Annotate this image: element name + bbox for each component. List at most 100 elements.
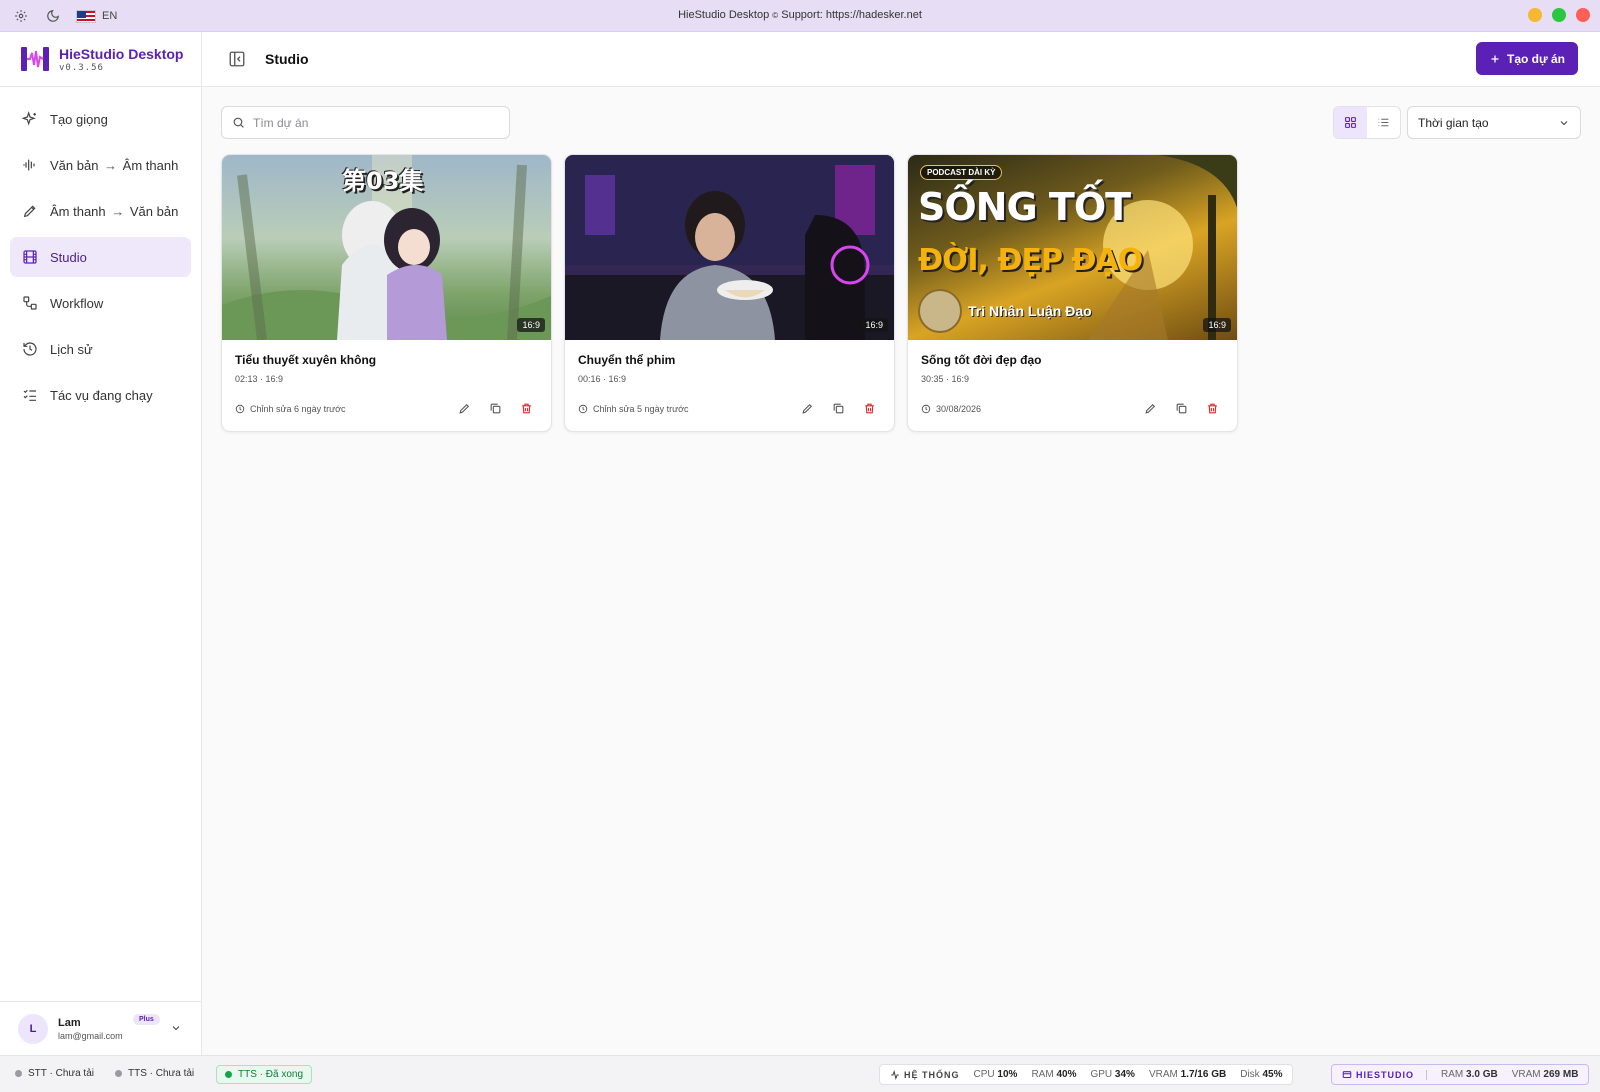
- list-view-button[interactable]: [1367, 107, 1400, 138]
- close-button[interactable]: [1576, 8, 1590, 22]
- project-thumbnail[interactable]: 16:9: [565, 155, 894, 340]
- support-text[interactable]: Support: https://hadesker.net: [781, 9, 922, 21]
- project-card[interactable]: 16:9 Chuyển thể phim 00:16 · 16:9 Chỉnh …: [564, 154, 895, 432]
- disk-label: Disk: [1240, 1069, 1260, 1080]
- status-dot-icon: [15, 1070, 22, 1077]
- sidebar-item-text-to-speech[interactable]: Văn bản → Âm thanh: [10, 145, 191, 185]
- minimize-button[interactable]: [1528, 8, 1542, 22]
- maximize-button[interactable]: [1552, 8, 1566, 22]
- duplicate-icon[interactable]: [832, 402, 845, 415]
- sidebar-item-label: Văn bản: [129, 203, 179, 219]
- clock-icon: [235, 404, 245, 414]
- chevron-down-icon: [1560, 121, 1568, 126]
- duplicate-icon[interactable]: [1175, 402, 1188, 415]
- view-toggle: [1333, 106, 1401, 139]
- sidebar-item-label: Tác vụ đang chạy: [50, 387, 153, 403]
- project-title: Sống tốt đời đẹp đạo: [921, 353, 1042, 367]
- stt-status: STT · Chưa tải: [15, 1068, 94, 1079]
- gamer-eating-noodles-art: [565, 155, 894, 340]
- create-project-button[interactable]: Tạo dự án: [1476, 42, 1578, 75]
- aspect-ratio-badge: 16:9: [1203, 318, 1231, 332]
- edit-icon[interactable]: [1144, 402, 1157, 415]
- search-input[interactable]: [253, 115, 493, 130]
- us-flag-icon[interactable]: [76, 9, 96, 23]
- gear-icon[interactable]: [12, 7, 30, 25]
- sidebar-item-workflow[interactable]: Workflow: [10, 283, 191, 323]
- podcast-badge: PODCAST DÀI KỲ: [920, 165, 1003, 180]
- system-label: HỆ THỐNG: [890, 1069, 960, 1080]
- system-stats: HỆ THỐNG CPU 10% RAM 40% GPU 34% VRAM 1.…: [879, 1064, 1294, 1085]
- sidebar-item-running-tasks[interactable]: Tác vụ đang chạy: [10, 375, 191, 415]
- app-ram-label: RAM: [1441, 1069, 1464, 1080]
- sort-value: Thời gian tạo: [1418, 115, 1489, 130]
- cpu-label: CPU: [973, 1069, 995, 1080]
- monitor-icon: [1342, 1070, 1352, 1078]
- edited-text: 30/08/2026: [936, 404, 982, 414]
- sidebar-item-tao-giong[interactable]: Tạo giọng: [10, 99, 191, 139]
- list-checks-icon: [23, 389, 36, 401]
- sparkles-icon: [22, 111, 36, 126]
- project-meta: 30:35 · 16:9: [921, 374, 970, 384]
- sidebar-nav: Tạo giọng Văn bản → Âm thanh Âm thanh → …: [0, 87, 201, 433]
- vram-value: 1.7/16 GB: [1180, 1069, 1227, 1080]
- project-title: Tiểu thuyết xuyên không: [235, 353, 377, 367]
- chevron-down-icon[interactable]: [170, 1022, 182, 1034]
- delete-icon[interactable]: [1206, 402, 1219, 415]
- gpu-value: 34%: [1114, 1069, 1135, 1080]
- edited-text: Chỉnh sửa 5 ngày trước: [593, 404, 689, 414]
- app-label: HIESTUDIO: [1342, 1069, 1428, 1080]
- arrow-right-icon: →: [100, 157, 121, 173]
- hiestudio-logo-icon: [20, 45, 50, 73]
- channel-logo: [918, 289, 962, 333]
- sidebar-item-label: Âm thanh: [122, 157, 179, 173]
- create-project-label: Tạo dự án: [1506, 51, 1566, 66]
- project-thumbnail[interactable]: PODCAST DÀI KỲ SỐNG TỐT ĐỜI, ĐẸP ĐẠO Tri…: [908, 155, 1237, 340]
- project-edited: Chỉnh sửa 6 ngày trước: [235, 404, 346, 414]
- sidebar-item-label: Studio: [50, 249, 87, 265]
- system-label-text: HỆ THỐNG: [904, 1069, 960, 1080]
- app-version: v0.3.56: [59, 62, 104, 73]
- sidebar-collapse-icon[interactable]: [228, 50, 246, 68]
- clock-icon: [921, 404, 931, 414]
- app-label-text: HIESTUDIO: [1356, 1069, 1415, 1080]
- moon-icon[interactable]: [44, 7, 62, 25]
- brand: HieStudio Desktop v0.3.56: [0, 32, 201, 87]
- thumbnail-headline-2: ĐỜI, ĐẸP ĐẠO: [918, 243, 1143, 278]
- search-icon: [233, 117, 244, 128]
- cpu-value: 10%: [997, 1069, 1018, 1080]
- duplicate-icon[interactable]: [489, 402, 502, 415]
- sidebar-item-history[interactable]: Lịch sử: [10, 329, 191, 369]
- project-thumbnail[interactable]: 第03集 16:9: [222, 155, 551, 340]
- app-stats: HIESTUDIO RAM 3.0 GB VRAM 269 MB: [1331, 1064, 1590, 1085]
- edit-icon[interactable]: [801, 402, 814, 415]
- page-title: Studio: [265, 51, 309, 67]
- project-card[interactable]: 第03集 16:9 Tiểu thuyết xuyên không 02:13 …: [221, 154, 552, 432]
- grid-view-button[interactable]: [1334, 107, 1367, 138]
- vram-label: VRAM: [1148, 1069, 1178, 1080]
- delete-icon[interactable]: [863, 402, 876, 415]
- plan-badge: Plus: [133, 1014, 160, 1025]
- sidebar-item-studio[interactable]: Studio: [10, 237, 191, 277]
- delete-icon[interactable]: [520, 402, 533, 415]
- project-meta: 00:16 · 16:9: [578, 374, 627, 384]
- project-card[interactable]: PODCAST DÀI KỲ SỐNG TỐT ĐỜI, ĐẸP ĐẠO Tri…: [907, 154, 1238, 432]
- ram-label: RAM: [1031, 1069, 1054, 1080]
- sidebar: HieStudio Desktop v0.3.56 Tạo giọng Văn …: [0, 32, 202, 1055]
- sidebar-item-label: Lịch sử: [50, 341, 93, 357]
- status-dot-icon: [225, 1071, 232, 1078]
- sidebar-item-speech-to-text[interactable]: Âm thanh → Văn bản: [10, 191, 191, 231]
- grid-icon: [1345, 117, 1356, 128]
- edit-icon[interactable]: [458, 402, 471, 415]
- user-name: Lam: [58, 1016, 81, 1029]
- gpu-label: GPU: [1090, 1069, 1113, 1080]
- sidebar-item-label: Văn bản: [50, 157, 99, 173]
- sort-select[interactable]: Thời gian tạo: [1407, 106, 1581, 139]
- support-link[interactable]: © Support: https://hadesker.net: [772, 9, 922, 21]
- ram-value: 40%: [1056, 1069, 1077, 1080]
- user-menu[interactable]: L Lam lam@gmail.com Plus: [0, 1001, 201, 1055]
- sidebar-item-label: Âm thanh: [50, 203, 106, 219]
- language-label[interactable]: EN: [102, 10, 117, 22]
- search-box[interactable]: [221, 106, 510, 139]
- film-icon: [23, 250, 37, 264]
- tts-status-text: TTS · Chưa tải: [128, 1068, 195, 1079]
